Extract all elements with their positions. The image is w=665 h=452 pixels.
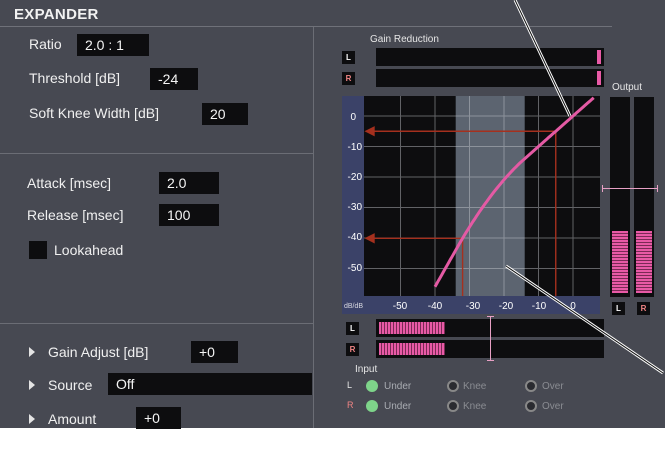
- y-tick-1: -10: [348, 142, 363, 153]
- output-l-channel: L: [612, 302, 625, 315]
- input-label: Input: [355, 364, 378, 375]
- indicator-r-over-led: [525, 400, 537, 412]
- gain-reduction-r-meter: [376, 69, 604, 87]
- title-divider: [0, 26, 612, 27]
- indicator-l-channel: L: [347, 380, 353, 390]
- amount-label: Amount: [48, 411, 97, 427]
- source-expand-icon[interactable]: [29, 380, 35, 390]
- x-tick-4: -10: [532, 301, 547, 312]
- gain-reduction-l-meter: [376, 48, 604, 66]
- indicator-r-under-label: Under: [384, 401, 412, 412]
- lookahead-checkbox[interactable]: [29, 241, 47, 259]
- x-tick-0: -50: [393, 301, 408, 312]
- output-r-channel: R: [637, 302, 650, 315]
- input-r-channel: R: [346, 343, 359, 356]
- threshold-value[interactable]: -24: [150, 68, 198, 90]
- indicator-l-under-led: [366, 380, 378, 392]
- output-label: Output: [612, 82, 643, 93]
- y-tick-0: 0: [350, 112, 356, 123]
- gain-reduction-label: Gain Reduction: [370, 34, 439, 45]
- y-tick-4: -40: [348, 232, 363, 243]
- threshold-label: Threshold [dB]: [29, 70, 121, 86]
- ratio-label: Ratio: [29, 36, 62, 52]
- section-divider-1: [0, 153, 313, 154]
- indicator-l-under-label: Under: [384, 381, 412, 392]
- source-label: Source: [48, 377, 93, 393]
- output-l-meter: [610, 97, 630, 297]
- indicator-r-knee-led: [447, 400, 459, 412]
- amount-value[interactable]: +0: [136, 407, 181, 429]
- y-tick-2: -20: [348, 172, 363, 183]
- gain-adjust-value[interactable]: +0: [191, 341, 238, 363]
- indicator-r-channel: R: [347, 400, 354, 410]
- indicator-r-under-led: [366, 400, 378, 412]
- x-tick-1: -40: [428, 301, 443, 312]
- knee-width-label: Soft Knee Width [dB]: [29, 105, 159, 121]
- amount-expand-icon[interactable]: [29, 414, 35, 424]
- x-tick-3: -20: [499, 301, 514, 312]
- gain-adjust-label: Gain Adjust [dB]: [48, 344, 149, 360]
- y-tick-5: -50: [348, 263, 363, 274]
- attack-label: Attack [msec]: [27, 175, 112, 191]
- ratio-value[interactable]: 2.0 : 1: [77, 34, 149, 56]
- input-threshold-marker[interactable]: [487, 316, 494, 361]
- output-r-meter: [634, 97, 654, 297]
- indicator-l-over-label: Over: [542, 381, 564, 392]
- release-value[interactable]: 100: [159, 204, 219, 226]
- y-tick-3: -30: [348, 202, 363, 213]
- knee-width-value[interactable]: 20: [202, 103, 248, 125]
- gain-reduction-r-channel: R: [342, 72, 355, 85]
- indicator-l-knee-label: Knee: [463, 381, 487, 392]
- panel-title: EXPANDER: [14, 6, 99, 23]
- unit-label: dB/dB: [344, 303, 363, 310]
- x-tick-2: -30: [466, 301, 481, 312]
- gain-adjust-expand-icon[interactable]: [29, 347, 35, 357]
- x-tick-5: 0: [570, 301, 576, 312]
- expander-panel: EXPANDER Ratio 2.0 : 1 Threshold [dB] -2…: [0, 0, 665, 429]
- input-l-channel: L: [346, 322, 359, 335]
- indicator-r-over-label: Over: [542, 401, 564, 412]
- output-level-marker[interactable]: [602, 185, 658, 192]
- release-label: Release [msec]: [27, 207, 124, 223]
- section-divider-2: [0, 323, 313, 324]
- lookahead-label: Lookahead: [54, 242, 124, 258]
- indicator-l-over-led: [525, 380, 537, 392]
- indicator-l-knee-led: [447, 380, 459, 392]
- transfer-curve-graph[interactable]: 0 -10 -20 -30 -40 -50 -50 -40 -30 -20 -1…: [342, 96, 600, 314]
- attack-value[interactable]: 2.0: [159, 172, 219, 194]
- indicator-r-knee-label: Knee: [463, 401, 487, 412]
- gain-reduction-l-channel: L: [342, 51, 355, 64]
- column-divider: [313, 27, 314, 428]
- source-value[interactable]: Off: [108, 373, 312, 395]
